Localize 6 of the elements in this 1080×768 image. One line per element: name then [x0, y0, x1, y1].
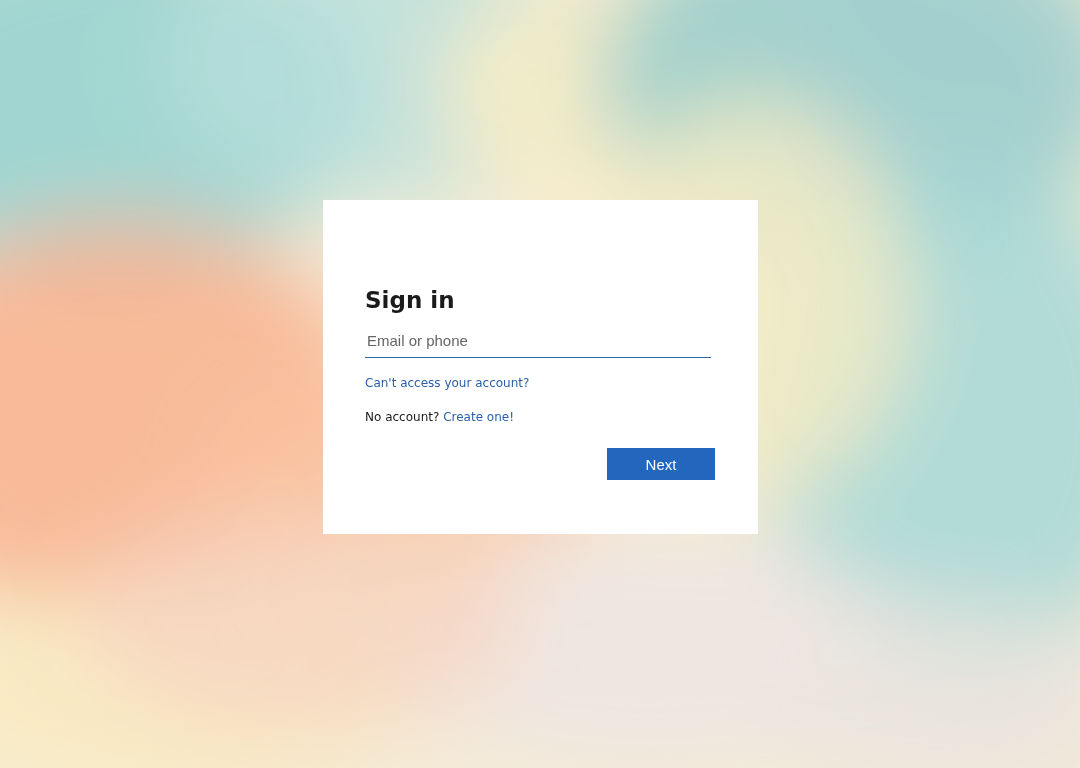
recover-link[interactable]: Can't access your account?: [365, 376, 530, 390]
signup-text: No account? Create one!: [365, 410, 515, 424]
card-title: Sign in: [365, 286, 456, 315]
next-button[interactable]: Next: [607, 448, 715, 480]
create-account-link[interactable]: Create one!: [443, 410, 514, 424]
email-field[interactable]: Email or phone: [365, 324, 711, 358]
